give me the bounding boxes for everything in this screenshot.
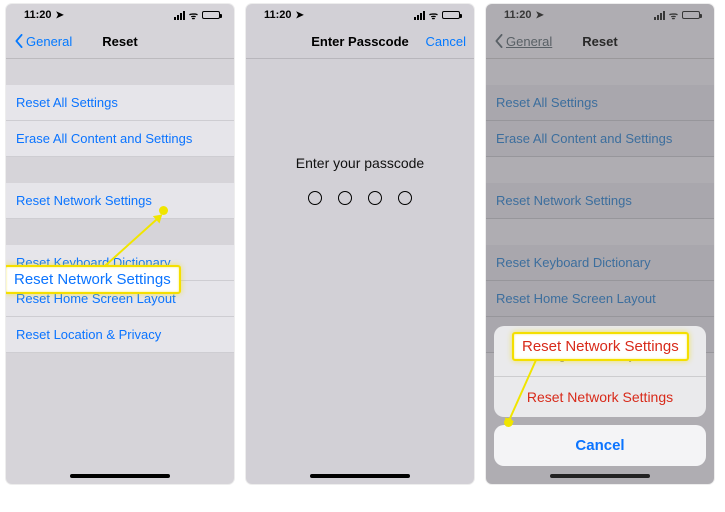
battery-icon [442,11,460,19]
callout-label: Reset Network Settings [14,271,171,288]
list-item-label: Erase All Content and Settings [496,131,672,146]
wifi-icon: ᯤ [429,8,438,22]
list-item-label: Reset Network Settings [16,193,152,208]
status-time: 11:20 [24,9,52,21]
nav-bar: General Reset [486,26,714,56]
list-item-label: Reset Home Screen Layout [496,291,656,306]
screen-confirm-reset: 11:20 ➤ ᯤ General Reset Reset All Settin… [486,4,714,484]
callout-label: Reset Network Settings [522,338,679,355]
signal-icon [414,11,425,20]
reset-all-settings: Reset All Settings [486,85,714,121]
list-item-label: Reset Location & Privacy [16,327,161,342]
callout-reset-network: Reset Network Settings [6,265,181,294]
status-bar: 11:20 ➤ ᯤ [486,4,714,26]
reset-network-settings: Reset Network Settings [486,183,714,219]
reset-home-screen-layout: Reset Home Screen Layout [486,281,714,317]
status-time: 11:20 [504,9,532,21]
status-bar: 11:20 ➤ ᯤ [246,4,474,26]
passcode-input[interactable] [246,191,474,205]
list-item-label: Erase All Content and Settings [16,131,192,146]
callout-confirm-reset: Reset Network Settings [512,332,689,361]
list-item-label: Reset Network Settings [496,193,632,208]
chevron-left-icon [14,34,24,48]
location-icon: ➤ [56,10,64,21]
reset-network-settings[interactable]: Reset Network Settings [6,183,234,219]
status-bar: 11:20 ➤ ᯤ [6,4,234,26]
cancel-label: Cancel [426,34,466,49]
pin-dot [398,191,412,205]
nav-back-button: General [494,34,552,49]
nav-back-button[interactable]: General [14,34,72,49]
sheet-destructive-label: Reset Network Settings [527,389,673,405]
reset-location-privacy[interactable]: Reset Location & Privacy [6,317,234,353]
location-icon: ➤ [536,10,544,21]
list-item-label: Reset Keyboard Dictionary [496,255,651,270]
pin-dot [368,191,382,205]
home-indicator[interactable] [70,474,170,478]
screen-enter-passcode: 11:20 ➤ ᯤ Enter Passcode Cancel Enter yo… [246,4,474,484]
sheet-cancel-button[interactable]: Cancel [494,425,706,466]
sheet-cancel-label: Cancel [575,437,624,454]
wifi-icon: ᯤ [189,8,198,22]
signal-icon [654,11,665,20]
cancel-button[interactable]: Cancel [426,34,466,49]
nav-back-label: General [506,34,552,49]
battery-icon [202,11,220,19]
nav-bar: Enter Passcode Cancel [246,26,474,56]
nav-back-label: General [26,34,72,49]
passcode-prompt: Enter your passcode [246,155,474,171]
battery-icon [682,11,700,19]
pin-dot [308,191,322,205]
wifi-icon: ᯤ [669,8,678,22]
callout-pointer-dot [504,418,513,427]
reset-keyboard-dictionary: Reset Keyboard Dictionary [486,245,714,281]
list-item-label: Reset All Settings [16,95,118,110]
pin-dot [338,191,352,205]
location-icon: ➤ [296,10,304,21]
chevron-left-icon [494,34,504,48]
reset-all-settings[interactable]: Reset All Settings [6,85,234,121]
list-item-label: Reset All Settings [496,95,598,110]
nav-bar: General Reset [6,26,234,56]
signal-icon [174,11,185,20]
screen-reset-settings: 11:20 ➤ ᯤ General Reset Reset All Settin… [6,4,234,484]
status-time: 11:20 [264,9,292,21]
erase-all-content[interactable]: Erase All Content and Settings [6,121,234,157]
erase-all-content: Erase All Content and Settings [486,121,714,157]
home-indicator[interactable] [310,474,410,478]
home-indicator[interactable] [550,474,650,478]
